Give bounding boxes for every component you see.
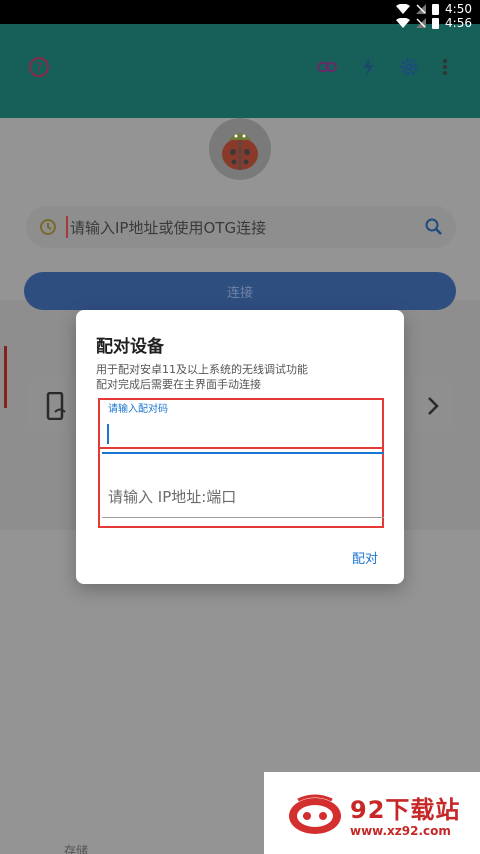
- search-caret: [66, 216, 68, 238]
- wifi-icon: [396, 18, 411, 28]
- watermark-logo: [289, 794, 341, 834]
- search-bar[interactable]: 请输入IP地址或使用OTG连接: [26, 206, 456, 248]
- svg-text:?: ?: [36, 61, 42, 75]
- battery-icon: [432, 3, 440, 15]
- signal-icon: [416, 18, 427, 28]
- pair-code-input[interactable]: [102, 418, 384, 454]
- pair-code-label: 请输入配对码: [108, 404, 168, 415]
- flash-icon[interactable]: [358, 56, 380, 78]
- watermark-url: www.xz92.com: [350, 824, 451, 838]
- pair-code-caret: [107, 424, 109, 444]
- more-icon[interactable]: [434, 56, 456, 78]
- watermark-title: 92下载站: [350, 796, 461, 824]
- status-bar: 4:50 4:56: [0, 0, 480, 36]
- watermark: 92下载站 www.xz92.com: [264, 772, 480, 854]
- wireless-phone-icon: [46, 392, 66, 420]
- signal-icon: [416, 4, 427, 14]
- search-icon[interactable]: [424, 217, 444, 237]
- connect-button[interactable]: 连接: [24, 272, 456, 310]
- pair-button[interactable]: 配对: [352, 548, 378, 567]
- search-input[interactable]: 请输入IP地址或使用OTG连接: [70, 217, 424, 238]
- dialog-title: 配对设备: [96, 337, 164, 357]
- status-time-second: 4:56: [445, 16, 472, 30]
- battery-icon: [432, 17, 440, 29]
- link-icon[interactable]: [316, 56, 338, 78]
- wifi-icon: [396, 4, 411, 14]
- dialog-description: 用于配对安卓11及以上系统的无线调试功能 配对完成后需要在主界面手动连接: [96, 362, 308, 392]
- ip-port-placeholder: 请输入 IP地址:端口: [108, 488, 237, 506]
- settings-icon[interactable]: [398, 56, 420, 78]
- dialog-description-line-1: 用于配对安卓11及以上系统的无线调试功能: [96, 363, 308, 376]
- history-icon[interactable]: [38, 217, 58, 237]
- dialog-description-line-2: 配对完成后需要在主界面手动连接: [96, 378, 261, 391]
- help-icon[interactable]: ?: [28, 56, 50, 78]
- status-time-top: 4:50: [445, 2, 472, 16]
- pair-device-dialog: 配对设备 用于配对安卓11及以上系统的无线调试功能 配对完成后需要在主界面手动连…: [76, 310, 404, 584]
- app-logo: [209, 118, 271, 180]
- chevron-right-icon: [428, 397, 439, 415]
- bottom-label: 存储: [64, 844, 89, 854]
